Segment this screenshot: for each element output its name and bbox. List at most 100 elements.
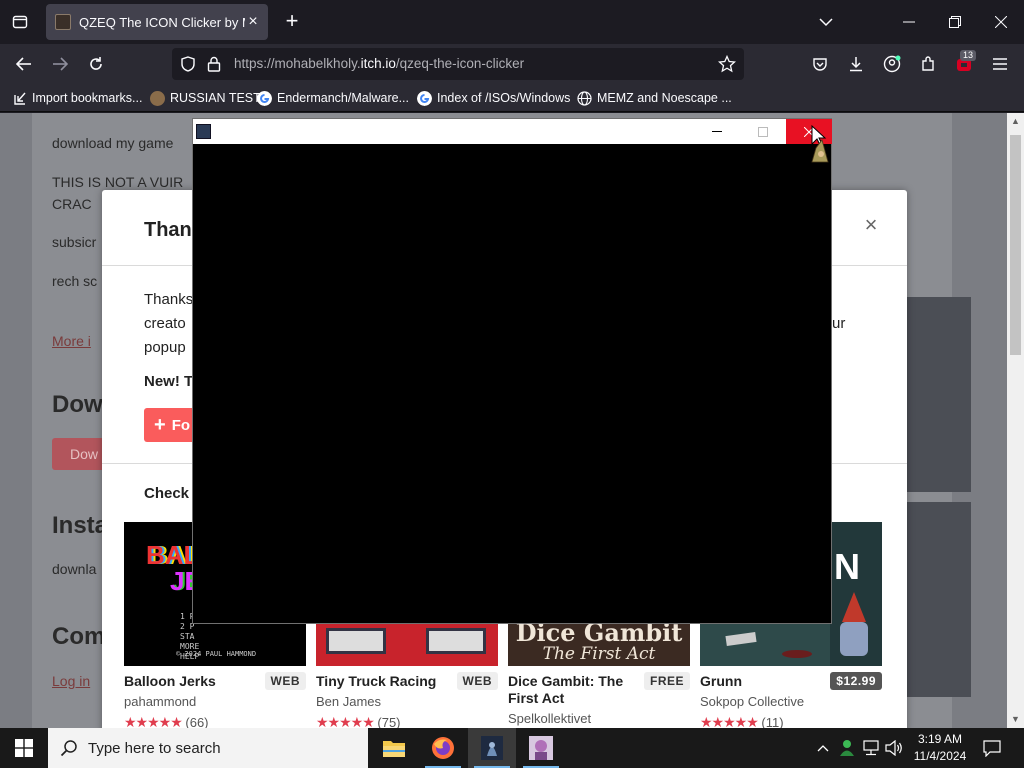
grunn-logo-art: N <box>834 546 860 587</box>
clock[interactable]: 3:19 AM 11/4/2024 <box>905 731 975 765</box>
scrollbar-thumb[interactable] <box>1010 135 1021 355</box>
bookmark-label: Import bookmarks... <box>32 91 143 105</box>
game-author[interactable]: Sokpop Collective <box>700 694 804 709</box>
tracking-shield-icon[interactable] <box>180 56 196 77</box>
description-line: THIS IS NOT A VUIR <box>52 174 184 190</box>
taskbar-search-box[interactable]: Type here to search <box>48 728 368 768</box>
file-explorer-taskbar-icon[interactable] <box>370 728 418 768</box>
modal-text-line: creato <box>144 315 186 332</box>
reload-icon[interactable] <box>84 52 108 76</box>
bookmark-memz[interactable]: MEMZ and Noescape ... <box>577 90 732 106</box>
url-text[interactable]: https://mohabelkholy.itch.io/qzeq-the-ic… <box>234 56 524 71</box>
modal-close-icon[interactable]: × <box>860 214 882 236</box>
popup-window[interactable] <box>192 118 832 624</box>
gnome-hat-art <box>842 592 866 622</box>
bookmark-label: Endermanch/Malware... <box>277 91 410 105</box>
popup-maximize-icon[interactable] <box>740 119 786 144</box>
account-icon[interactable] <box>880 52 904 76</box>
tab-favicon-icon <box>55 14 71 30</box>
copyright-art: © 2024 PAUL HAMMOND <box>176 650 257 658</box>
plus-icon: + <box>154 413 166 436</box>
bookmark-label: MEMZ and Noescape ... <box>597 91 732 105</box>
game-author[interactable]: Ben James <box>316 694 381 709</box>
clock-date: 11/4/2024 <box>913 749 967 763</box>
screenshot-panel[interactable] <box>905 297 971 492</box>
scroll-up-icon[interactable]: ▲ <box>1007 113 1024 130</box>
lock-icon[interactable] <box>207 56 221 77</box>
start-button[interactable] <box>0 728 48 768</box>
active-tab[interactable]: QZEQ The ICON Clicker by Moh × <box>46 4 268 40</box>
notifications-icon[interactable] <box>978 728 1006 768</box>
extension-count-badge: 13 <box>960 50 977 61</box>
puddle-art <box>782 650 812 658</box>
game-title[interactable]: Tiny Truck Racing <box>316 673 456 690</box>
download-heading: Dow <box>52 391 103 418</box>
install-heading: Insta <box>52 512 109 539</box>
menu-icon[interactable] <box>988 52 1012 76</box>
more-info-link[interactable]: More i <box>52 333 91 349</box>
show-hidden-icons-icon[interactable] <box>814 728 832 768</box>
cart-art <box>725 631 757 647</box>
modal-text-line: ur <box>832 315 846 332</box>
gnome-body-art <box>840 622 868 656</box>
new-label: New! T <box>144 373 194 390</box>
globe-icon <box>577 90 592 106</box>
page-scrollbar[interactable]: ▲ ▼ <box>1007 113 1024 728</box>
address-bar[interactable]: https://mohabelkholy.itch.io/qzeq-the-ic… <box>172 48 744 80</box>
search-icon <box>60 740 77 757</box>
tab-close-icon[interactable]: × <box>245 14 261 30</box>
downloads-icon[interactable] <box>844 52 868 76</box>
app-icon <box>196 124 211 139</box>
minimize-icon[interactable] <box>895 8 923 36</box>
pocket-icon[interactable] <box>808 52 832 76</box>
game-author[interactable]: pahammond <box>124 694 196 709</box>
truck-grill-art <box>326 628 386 654</box>
site-favicon-icon <box>150 90 165 106</box>
modal-text-line: popup <box>144 339 186 356</box>
windows-logo-icon <box>15 739 33 757</box>
login-link[interactable]: Log in <box>52 673 90 689</box>
popup-minimize-icon[interactable] <box>694 119 740 144</box>
list-all-tabs-icon[interactable] <box>812 8 840 36</box>
game-author[interactable]: Spelkollektivet <box>508 711 591 726</box>
gnome-cursor-icon <box>811 124 829 163</box>
import-icon <box>14 92 26 105</box>
bookmark-import[interactable]: Import bookmarks... <box>12 90 142 106</box>
restore-icon[interactable] <box>941 8 969 36</box>
bookmark-label: Index of /ISOs/Windows <box>437 91 571 105</box>
scroll-down-icon[interactable]: ▼ <box>1007 711 1024 728</box>
back-icon[interactable] <box>12 52 36 76</box>
comments-heading: Com <box>52 623 106 650</box>
game-title[interactable]: Balloon Jerks <box>124 673 264 690</box>
app-taskbar-icon[interactable] <box>517 728 565 768</box>
volume-icon[interactable] <box>883 728 905 768</box>
bookmark-endermanch[interactable]: Endermanch/Malware... <box>257 90 409 106</box>
bookmark-isos[interactable]: Index of /ISOs/Windows <box>417 90 570 106</box>
bookmark-label: RUSSIAN TEST <box>170 91 261 105</box>
firefox-taskbar-icon[interactable] <box>419 728 467 768</box>
screenshot-panel[interactable] <box>905 502 971 697</box>
search-placeholder: Type here to search <box>88 739 221 757</box>
game-title[interactable]: Dice Gambit: The First Act <box>508 673 648 707</box>
extensions-icon[interactable] <box>916 52 940 76</box>
taskbar: Type here to search 3:19 AM 11/4/2024 <box>0 728 1024 768</box>
user-tray-icon[interactable] <box>836 728 858 768</box>
popup-titlebar[interactable] <box>193 119 832 144</box>
new-tab-icon[interactable]: + <box>280 10 304 34</box>
bookmark-russian-test[interactable]: RUSSIAN TEST <box>150 90 261 106</box>
install-text: downla <box>52 561 97 577</box>
google-icon <box>257 90 272 106</box>
google-icon <box>417 90 432 106</box>
clock-time: 3:19 AM <box>917 732 963 746</box>
forward-icon[interactable] <box>48 52 72 76</box>
network-icon[interactable] <box>860 728 882 768</box>
dice-gambit-art: The First Act <box>542 644 656 664</box>
window-close-icon[interactable] <box>987 8 1015 36</box>
description-line: subsicr <box>52 234 97 250</box>
tab-list-icon[interactable] <box>8 10 32 34</box>
price-badge: $12.99 <box>830 672 882 690</box>
game-title[interactable]: Grunn <box>700 673 840 690</box>
bookmark-star-icon[interactable] <box>717 54 737 78</box>
qzeq-taskbar-icon[interactable] <box>468 728 516 768</box>
modal-text-line: Thanks <box>144 291 194 308</box>
